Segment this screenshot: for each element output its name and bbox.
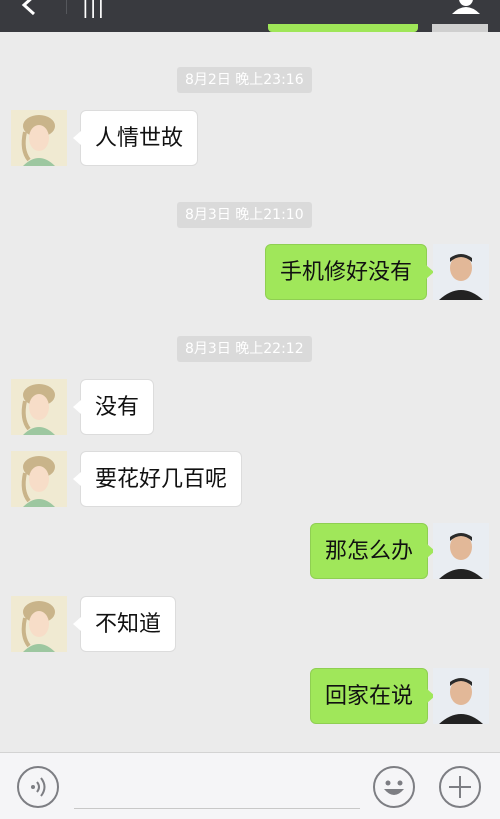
- received-message[interactable]: 要花好几百呢: [72, 451, 243, 507]
- person-icon[interactable]: [450, 0, 482, 14]
- contact-avatar[interactable]: [11, 451, 67, 507]
- my-avatar[interactable]: [433, 668, 489, 724]
- previous-avatar: [432, 24, 488, 32]
- timestamp: 8月3日 晚上22:12: [177, 336, 312, 362]
- my-avatar[interactable]: [433, 523, 489, 579]
- received-message[interactable]: 没有: [72, 379, 155, 435]
- emoji-icon[interactable]: [372, 765, 416, 809]
- chat-title: |||: [82, 0, 106, 18]
- back-arrow-icon[interactable]: [16, 0, 42, 18]
- contact-avatar[interactable]: [11, 596, 67, 652]
- received-message[interactable]: 不知道: [72, 596, 177, 652]
- input-bar: [0, 752, 500, 819]
- received-message[interactable]: 人情世故: [72, 110, 199, 166]
- previous-message-bubble: [268, 24, 418, 32]
- sent-message[interactable]: 那怎么办: [310, 523, 436, 579]
- contact-avatar[interactable]: [11, 379, 67, 435]
- timestamp: 8月3日 晚上21:10: [177, 202, 312, 228]
- plus-icon[interactable]: [438, 765, 482, 809]
- my-avatar[interactable]: [433, 244, 489, 300]
- message-input[interactable]: [74, 765, 360, 809]
- voice-icon[interactable]: [16, 765, 60, 809]
- timestamp: 8月2日 晚上23:16: [177, 67, 312, 93]
- header-divider: [66, 0, 67, 14]
- sent-message[interactable]: 回家在说: [310, 668, 436, 724]
- top-bar: |||: [0, 0, 500, 32]
- contact-avatar[interactable]: [11, 110, 67, 166]
- sent-message[interactable]: 手机修好没有: [265, 244, 435, 300]
